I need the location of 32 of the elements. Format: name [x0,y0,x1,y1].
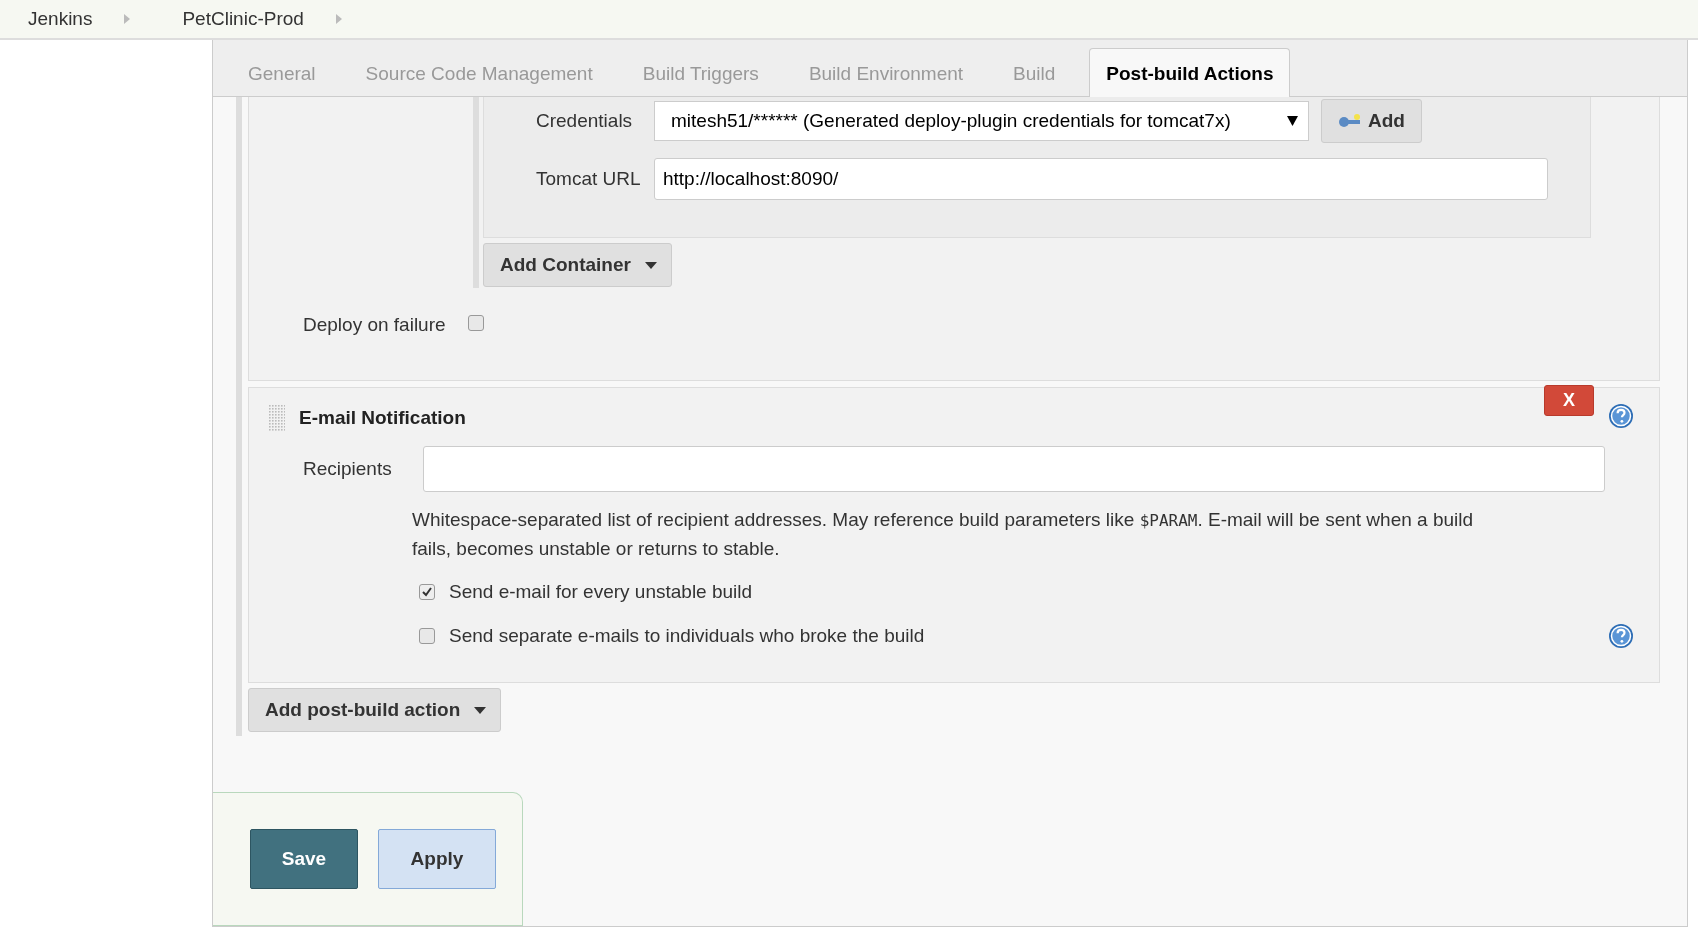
recipients-field[interactable] [423,446,1605,492]
checkbox[interactable] [419,584,435,600]
checkbox-label: Send e-mail for every unstable build [449,581,753,603]
field-label: Deploy on failure [303,314,446,336]
add-post-build-action-button[interactable]: Add post-build action [248,688,502,732]
breadcrumb-link[interactable]: PetClinic-Prod [182,8,304,30]
help-icon[interactable] [1608,623,1634,649]
delete-button[interactable]: X [1544,385,1594,416]
section-title: E-mail Notification [299,407,466,429]
chevron-icon[interactable] [335,14,342,24]
add-container-button[interactable]: Add Container [483,243,672,287]
tomcat-url-field[interactable]: http://localhost:8090/ [654,158,1548,200]
caret-icon [474,706,487,714]
credentials-select[interactable]: mitesh51/****** (Generated deploy-plugin credentials for tomcat7x) [654,101,1309,141]
caret-icon [644,261,657,269]
checkbox-label: Send separate e-mails to individuals who broke the build [449,625,925,647]
apply-button[interactable]: Apply [378,829,496,889]
save-button[interactable]: Save [250,829,358,889]
dropdown-arrow-icon [1287,116,1298,126]
tab[interactable]: Post-build Actions [1089,48,1291,97]
add-button[interactable]: Add [1321,99,1422,143]
help-text: Whitespace-separated list of recipient addresses. May reference build parameters like $PARAM. E-mail will be sent when a build fails, becomes unstable or returns to stable. [412,508,1475,561]
drag-handle-icon[interactable] [269,405,285,431]
field-label: Tomcat URL [536,168,642,190]
key-icon [1338,113,1362,129]
field-label: Credentials [536,110,634,132]
breadcrumb-link[interactable]: Jenkins [28,8,93,30]
checkbox[interactable] [467,315,484,331]
help-icon[interactable] [1608,403,1634,429]
checkbox[interactable] [419,628,435,644]
field-label: Recipients [303,458,393,480]
chevron-icon[interactable] [124,14,131,24]
